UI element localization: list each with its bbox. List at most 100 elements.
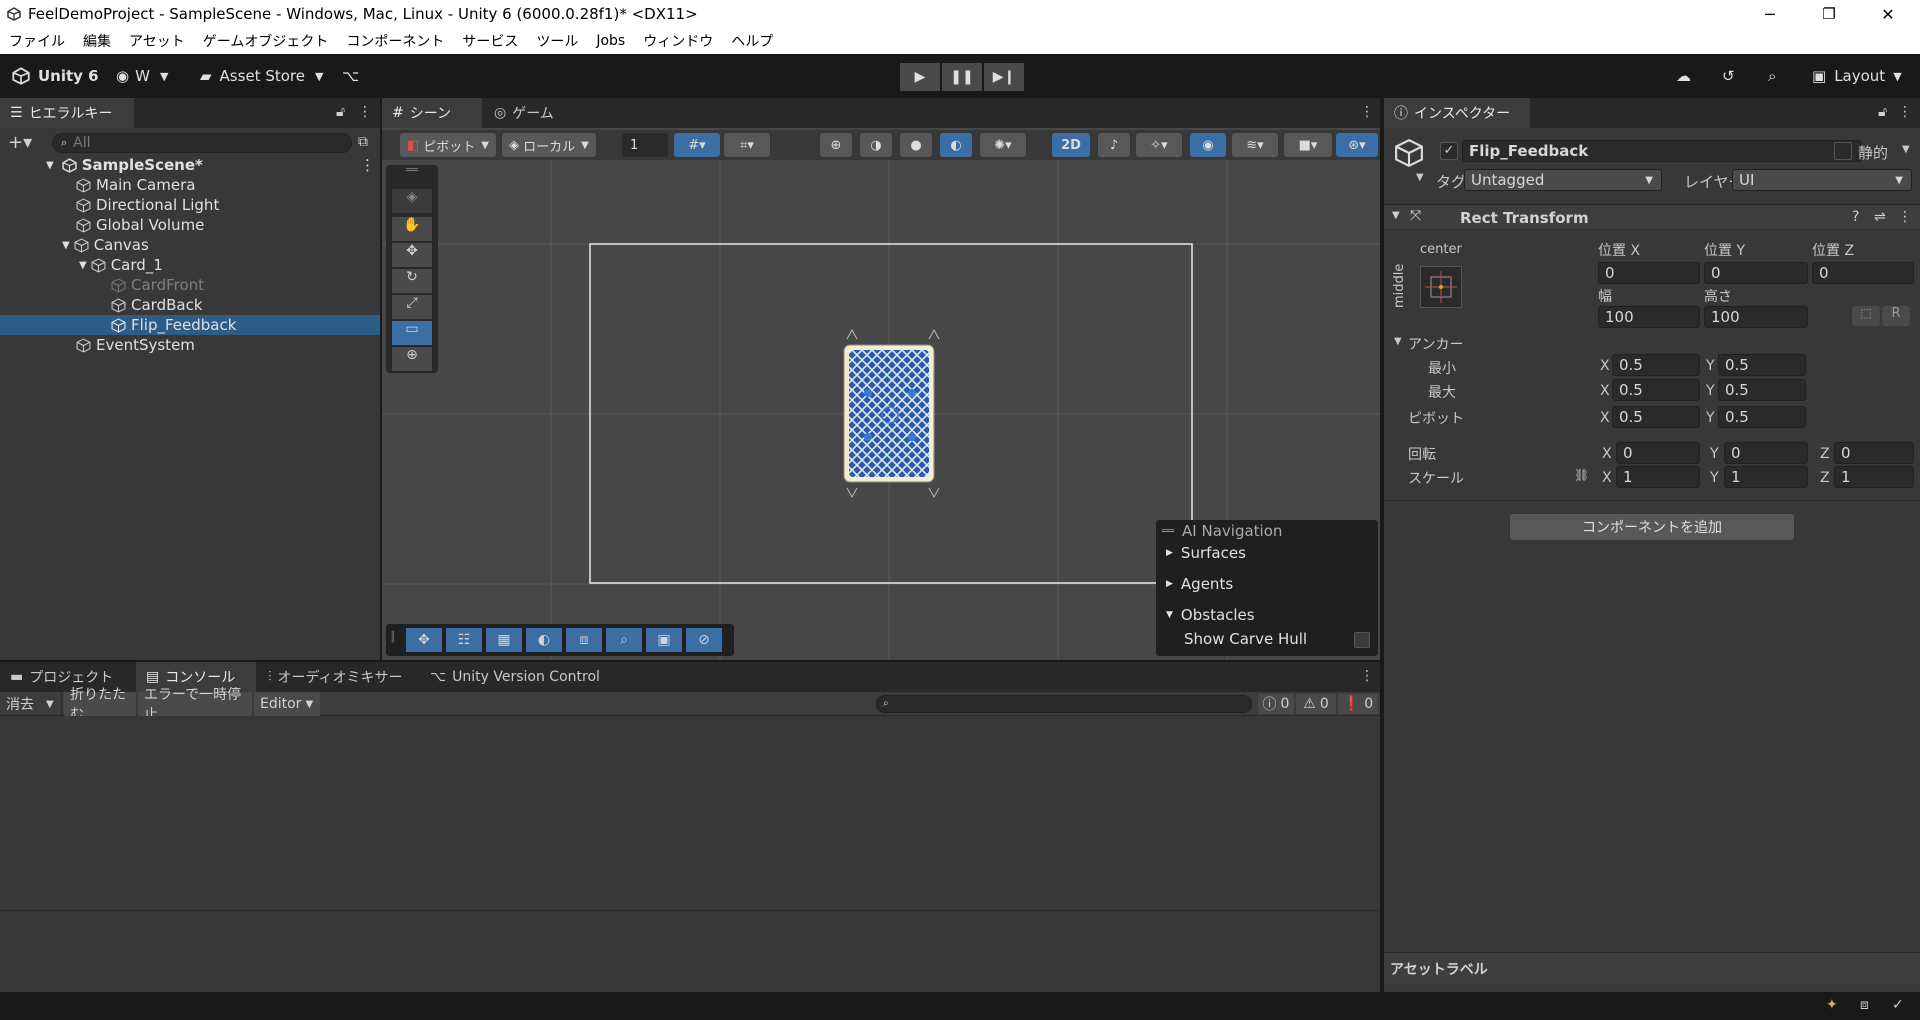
debug-draw-icon[interactable]: ✺▾ [980,133,1026,157]
check-icon[interactable]: ✓ [1892,997,1904,1013]
expand-arrow-icon[interactable]: ▼ [79,260,87,271]
expand-arrow-icon[interactable]: ▼ [1394,336,1402,347]
menu-file[interactable]: ファイル [0,31,74,51]
shaded-icon[interactable]: ● [900,133,932,157]
lock-icon[interactable]: 🔓︎ [1878,104,1887,120]
menu-component[interactable]: コンポーネント [337,31,453,51]
anchor-max-y-input[interactable]: 0.5 [1718,379,1806,401]
scale-x-input[interactable]: 1 [1616,466,1700,488]
gizmos-icon[interactable]: ⊛▾ [1336,133,1378,157]
hierarchy-search[interactable]: ⌕ All [52,133,352,153]
grid-size-input[interactable]: 1 [622,133,668,157]
shaded-wire-icon[interactable]: ◑ [860,133,892,157]
lighting-icon[interactable]: ◐ [940,133,972,157]
hierarchy-item-flip-feedback[interactable]: Flip_Feedback [0,315,380,335]
anchor-presets-button[interactable] [1420,266,1462,308]
tag-dropdown[interactable]: Untagged ▼ [1464,169,1662,191]
overlay-item-agents[interactable]: ▶ Agents [1166,573,1233,595]
view-tool-cube-icon[interactable]: ◈ [392,189,432,213]
error-pause-toggle[interactable]: エラーで一時停止 [138,687,252,723]
increment-snap-toggle[interactable]: ⌗▾ [724,133,770,157]
pivot-dropdown[interactable]: ◧ ピボット ▼ [400,133,496,157]
maximize-button[interactable]: ❐ [1806,0,1852,28]
pivot-y-input[interactable]: 0.5 [1718,406,1806,428]
layers-stack-icon[interactable]: ⧈ [566,628,602,652]
tab-audio-mixer[interactable]: ⫶ オーディオミキサー [258,662,418,692]
scale-tool-icon[interactable]: ⤢ [392,295,432,319]
console-log-area[interactable] [0,716,1380,910]
overlay-item-surfaces[interactable]: ▶ Surfaces [1166,542,1246,564]
lock-icon[interactable]: 🔓︎ [336,104,345,120]
overlay-header[interactable]: ══ AI Navigation [1162,520,1282,542]
anchor-min-y-input[interactable]: 0.5 [1718,354,1806,376]
asset-store-dropdown[interactable]: ▰ Asset Store ▼ [200,62,323,90]
error-count-toggle[interactable]: ❗ 0 [1338,694,1378,714]
play-button[interactable]: ▶ [900,63,940,91]
pos-z-input[interactable]: 0 [1812,262,1914,284]
transform-tool-icon[interactable]: ⊕ [392,347,432,371]
pos-y-input[interactable]: 0 [1704,262,1808,284]
hierarchy-item-eventsystem[interactable]: EventSystem [0,335,380,355]
cloud-icon[interactable]: ☁ [1676,62,1691,90]
step-button[interactable]: ▶❙ [984,63,1024,91]
height-input[interactable]: 100 [1704,306,1808,328]
drag-handle-icon[interactable]: ══ [392,165,432,179]
tab-scene[interactable]: # シーン [382,98,482,128]
drag-handle-icon[interactable]: ║ [390,632,396,643]
mode-2d-toggle[interactable]: 2D [1052,133,1090,157]
minimize-button[interactable]: ─ [1747,0,1793,28]
history-icon[interactable]: ↺ [1722,62,1735,90]
tab-version-control[interactable]: ⌥ Unity Version Control [420,662,626,692]
filter-icon[interactable]: ⧉ [358,134,368,150]
grid-overlay-icon[interactable]: ▦ [486,628,522,652]
grid-snap-toggle[interactable]: #▾ [674,133,720,157]
hierarchy-item-directional-light[interactable]: Directional Light [0,195,380,215]
hierarchy-item-cardback[interactable]: CardBack [0,295,380,315]
pos-x-input[interactable]: 0 [1598,262,1700,284]
menu-edit[interactable]: 編集 [74,31,120,51]
hierarchy-item-global-volume[interactable]: Global Volume [0,215,380,235]
warning-count-toggle[interactable]: ⚠ 0 [1296,694,1336,714]
menu-help[interactable]: ヘルプ [722,31,782,51]
move-overlay-icon[interactable]: ✥ [406,628,442,652]
asset-labels-header[interactable]: アセットラベル [1384,952,1920,984]
blueprint-mode-button[interactable]: ⬚ [1852,306,1880,326]
layer-dropdown[interactable]: UI ▼ [1732,169,1912,191]
add-component-button[interactable]: コンポーネントを追加 [1510,514,1794,540]
more-icon[interactable]: ⋮ [1360,668,1374,684]
more-icon[interactable]: ⋮ [1898,209,1912,225]
lightbulb-icon[interactable]: ✦ [1826,997,1838,1013]
log-count-toggle[interactable]: ⓘ 0 [1258,694,1294,714]
rotate-tool-icon[interactable]: ↻ [392,269,432,293]
contrast-icon[interactable]: ◐ [526,628,562,652]
menu-jobs[interactable]: Jobs [587,33,634,49]
effects-icon[interactable]: ✧▾ [1136,133,1182,157]
more-icon[interactable]: ⋮ [1360,104,1374,120]
anchor-min-x-input[interactable]: 0.5 [1612,354,1700,376]
tab-hierarchy[interactable]: ☰ ヒエラルキー [0,98,134,128]
zoom-icon[interactable]: ⌕ [606,628,642,652]
sliders-icon[interactable]: ☷ [446,628,482,652]
preset-icon[interactable]: ⇌ [1874,209,1886,225]
overlay-item-obstacles[interactable]: ▼ Obstacles [1166,604,1255,626]
menu-services[interactable]: サービス [453,31,527,51]
layout-dropdown[interactable]: ▣ Layout ▼ [1812,62,1902,90]
object-name-input[interactable]: Flip_Feedback [1462,140,1862,162]
unity-account-button[interactable]: Unity 6 [12,62,99,90]
pause-button[interactable]: ❚❚ [942,63,982,91]
account-dropdown[interactable]: ◉ W ▼ [116,62,168,90]
hierarchy-item-main-camera[interactable]: Main Camera [0,175,380,195]
gameobject-icon[interactable] [1394,138,1428,172]
audio-toggle-icon[interactable]: ♪ [1098,133,1130,157]
width-input[interactable]: 100 [1598,306,1700,328]
tab-inspector[interactable]: ⓘ インスペクター [1384,98,1530,128]
expand-arrow-icon[interactable]: ▼ [62,240,70,251]
camera-icon[interactable]: ■▾ [1284,133,1332,157]
move-tool-icon[interactable]: ✥ [392,243,432,267]
wireframe-icon[interactable]: ⊕ [820,133,852,157]
search-icon[interactable]: ⌕ [1768,62,1776,90]
more-icon[interactable]: ⋮ [360,156,375,174]
console-search-input[interactable]: ⌕ [876,695,1252,713]
hierarchy-item-samplescene[interactable]: ▼ SampleScene* ⋮ [0,155,380,175]
active-checkbox[interactable]: ✓ [1440,142,1458,160]
